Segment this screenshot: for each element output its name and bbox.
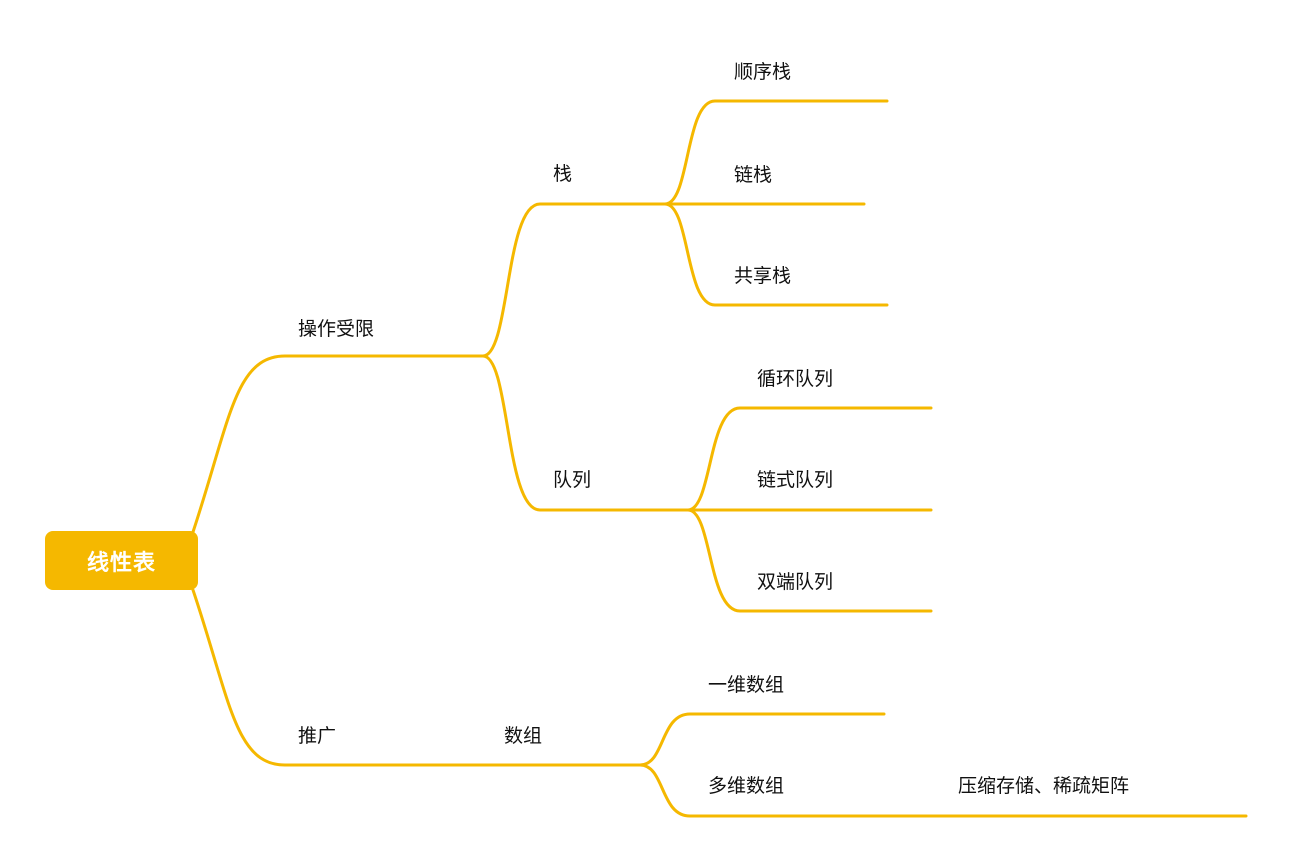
node-generalized[interactable]: 推广 <box>298 727 336 746</box>
node-queue-deque[interactable]: 双端队列 <box>757 573 833 592</box>
connector-queue-deque <box>686 508 933 613</box>
connector-stack-seq <box>663 99 889 206</box>
connector-array-1d <box>638 712 886 767</box>
connector-queue-circular <box>686 406 933 512</box>
node-array[interactable]: 数组 <box>504 727 542 746</box>
node-array-1d[interactable]: 一维数组 <box>708 676 784 695</box>
connector-restricted-stack <box>481 202 667 358</box>
connector-stack-shared <box>663 202 889 307</box>
root-node[interactable]: 线性表 <box>45 531 198 590</box>
node-stack[interactable]: 栈 <box>553 165 572 184</box>
mindmap-connectors <box>191 99 1248 818</box>
connector-root-restricted <box>191 354 485 534</box>
node-array-nd-note[interactable]: 压缩存储、稀疏矩阵 <box>958 777 1129 796</box>
node-array-nd[interactable]: 多维数组 <box>708 777 784 796</box>
node-queue-circular[interactable]: 循环队列 <box>757 370 833 389</box>
node-restricted[interactable]: 操作受限 <box>298 320 374 339</box>
node-stack-seq[interactable]: 顺序栈 <box>734 63 791 82</box>
node-stack-linked[interactable]: 链栈 <box>734 166 772 185</box>
node-queue[interactable]: 队列 <box>553 471 591 490</box>
root-label: 线性表 <box>86 550 156 576</box>
node-stack-shared[interactable]: 共享栈 <box>734 267 791 286</box>
node-queue-linked[interactable]: 链式队列 <box>757 471 833 490</box>
connector-root-generalized <box>191 588 642 767</box>
